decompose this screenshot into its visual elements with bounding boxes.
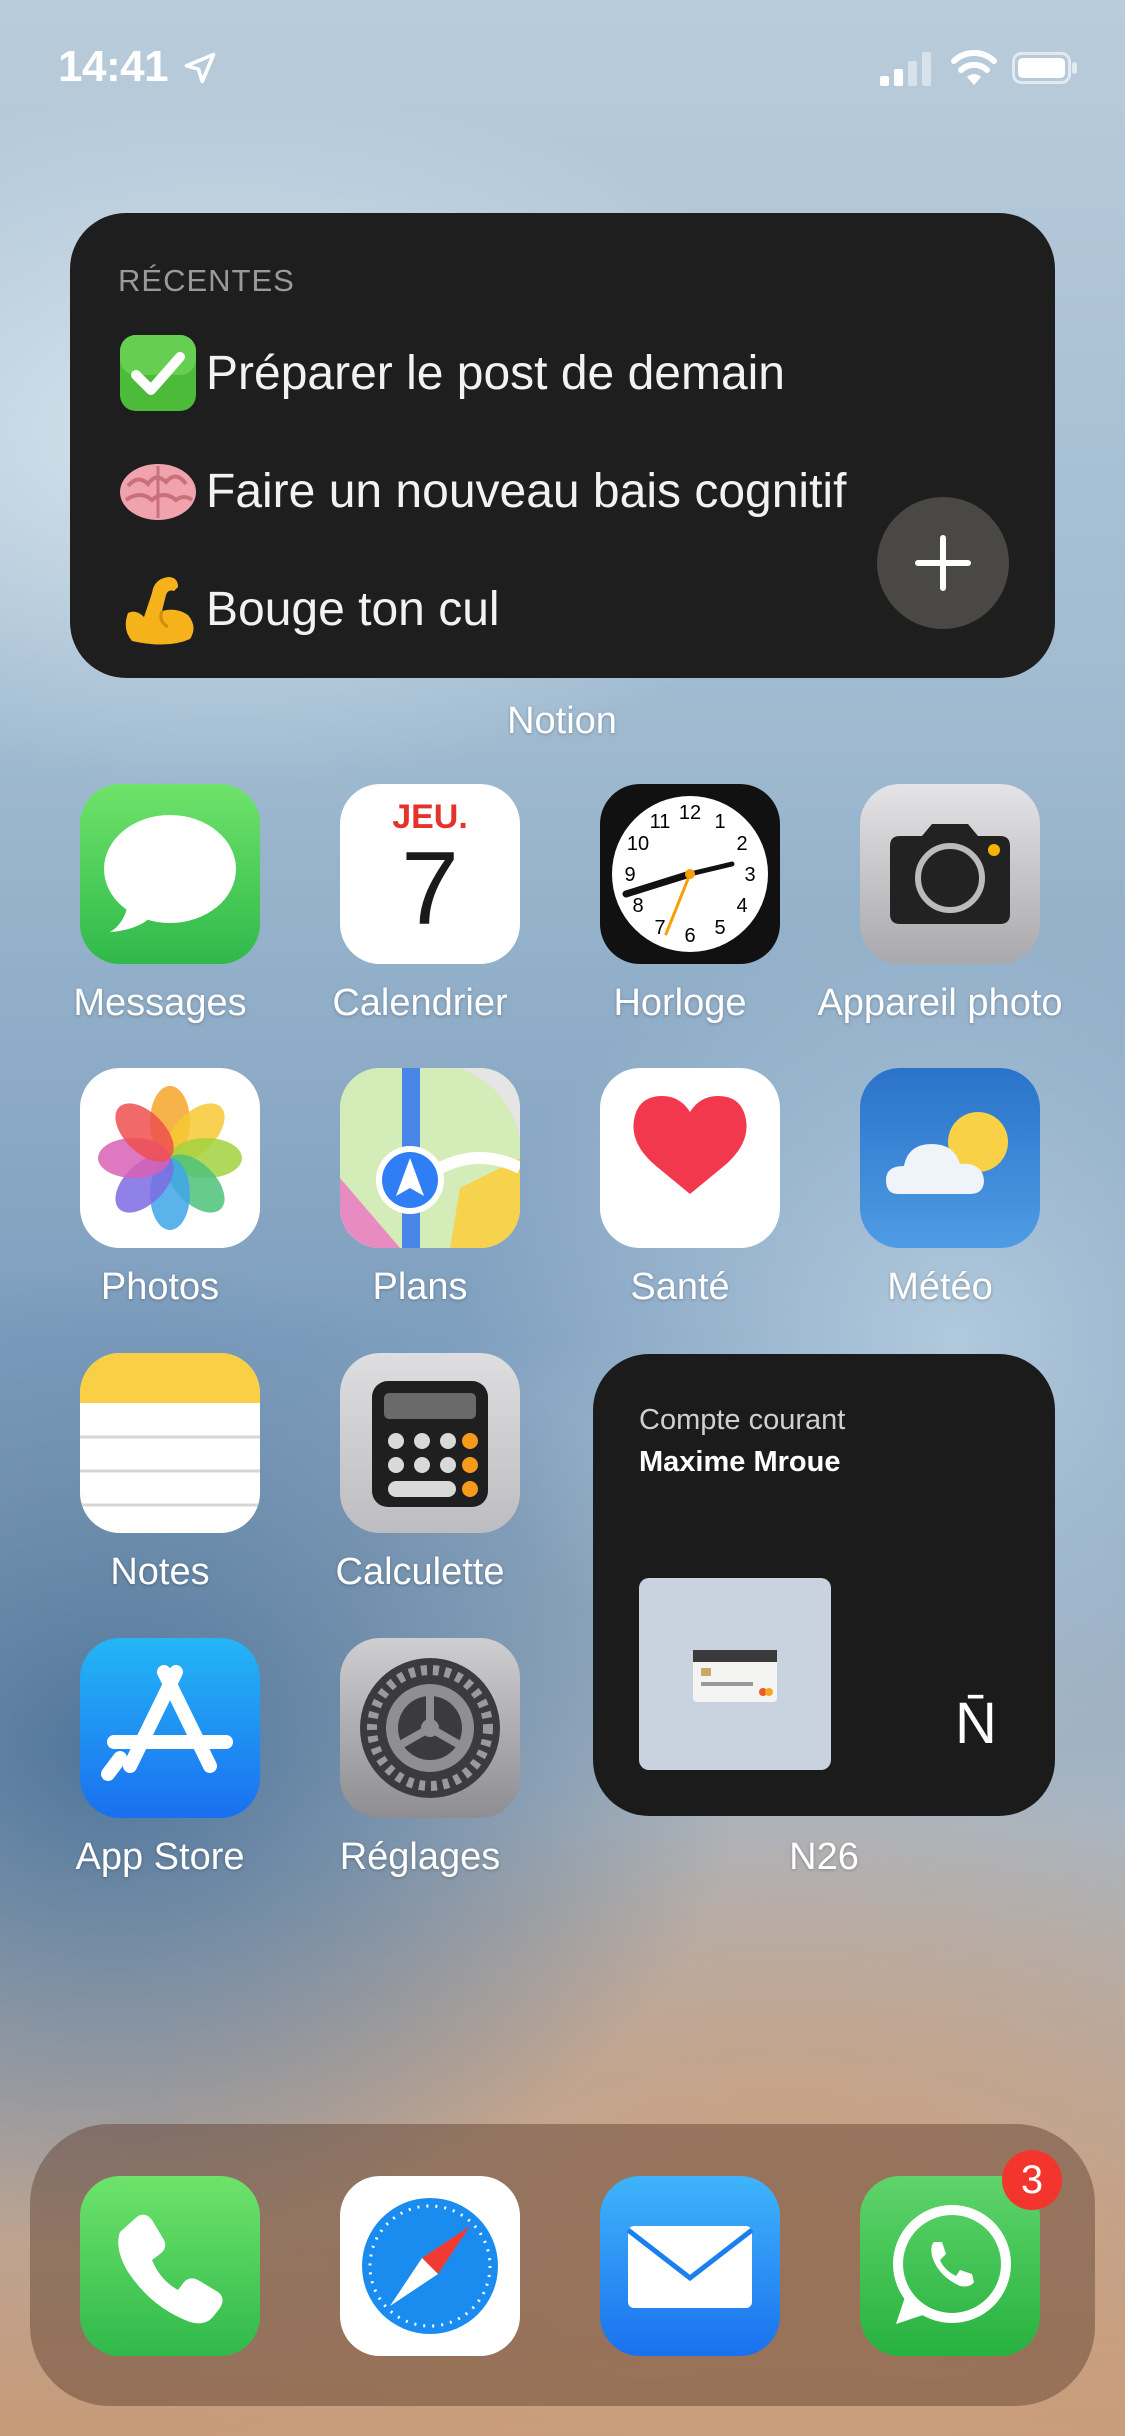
app-label: Calendrier [332, 982, 508, 1024]
clock-icon: 12 1 2 3 4 5 6 7 8 9 10 11 [600, 784, 780, 964]
maps-icon [340, 1068, 520, 1248]
widget-header: RÉCENTES [118, 263, 295, 298]
weather-icon [860, 1068, 1040, 1248]
battery-icon [1012, 52, 1077, 84]
clock-num: 12 [679, 802, 701, 824]
n26-widget[interactable]: Compte courant Maxime Mroue N̄ [593, 1354, 1055, 1816]
notes-icon [80, 1353, 260, 1533]
app-calendrier[interactable]: JEU. 7 Calendrier [290, 784, 550, 1044]
bank-card-icon [693, 1650, 777, 1702]
n26-logo: N̄ [955, 1691, 997, 1756]
add-button[interactable] [877, 497, 1009, 629]
app-meteo[interactable]: Météo [810, 1068, 1070, 1328]
app-horloge[interactable]: 12 1 2 3 4 5 6 7 8 9 10 11 Horloge [550, 784, 810, 1044]
app-reglages[interactable]: Réglages [290, 1638, 550, 1898]
account-type: Compte courant [639, 1404, 846, 1436]
app-label: Photos [100, 1266, 220, 1308]
app-label: Réglages [339, 1836, 501, 1878]
safari-icon [362, 2198, 498, 2334]
app-app-store[interactable]: App Store [30, 1638, 290, 1898]
notion-item-text: Faire un nouveau bais cognitif [206, 464, 847, 518]
notion-item-text: Préparer le post de demain [206, 346, 785, 400]
check-mark-icon [118, 333, 206, 413]
app-label: Messages [73, 982, 247, 1024]
app-label: Santé [630, 1266, 730, 1308]
clock-num: 6 [684, 925, 695, 947]
app-appareil-photo[interactable]: Appareil photo [810, 784, 1070, 1044]
app-messages[interactable]: Messages [30, 784, 290, 1044]
notification-badge: 3 [1002, 2150, 1062, 2210]
location-arrow-icon [184, 52, 216, 84]
dock-mail[interactable] [600, 2176, 780, 2356]
clock-num: 11 [650, 811, 671, 833]
notion-item[interactable]: Préparer le post de demain [118, 333, 785, 413]
flexed-biceps-icon [118, 569, 206, 649]
widget-label-notion: Notion [507, 700, 617, 742]
calculator-icon [340, 1353, 520, 1533]
notion-widget[interactable]: RÉCENTES Préparer le post de demain Fair… [70, 213, 1055, 678]
clock-num: 9 [624, 864, 635, 886]
app-label: App Store [75, 1836, 245, 1878]
clock-num: 2 [736, 833, 747, 855]
app-plans[interactable]: Plans [290, 1068, 550, 1328]
app-sante[interactable]: Santé [550, 1068, 810, 1328]
dock-phone[interactable] [80, 2176, 260, 2356]
dock-safari[interactable] [340, 2176, 520, 2356]
clock-num: 8 [632, 895, 643, 917]
plus-icon [915, 535, 971, 591]
app-label: Notes [110, 1551, 210, 1593]
cellular-signal-icon [880, 52, 931, 86]
status-time: 14:41 [58, 42, 169, 91]
account-owner: Maxime Mroue [639, 1446, 841, 1478]
card-thumbnail [639, 1578, 831, 1770]
app-store-icon [80, 1638, 260, 1818]
notion-item[interactable]: Bouge ton cul [118, 569, 500, 649]
widget-label-n26: N26 [789, 1836, 859, 1878]
app-label: Appareil photo [817, 982, 1063, 1024]
mail-icon [626, 2226, 754, 2308]
app-label: Météo [887, 1266, 993, 1308]
calendar-icon: JEU. 7 [340, 784, 520, 964]
clock-num: 1 [714, 811, 725, 833]
wifi-icon [951, 50, 997, 85]
clock-num: 10 [627, 833, 649, 855]
camera-icon [860, 784, 1040, 964]
app-notes[interactable]: Notes [30, 1353, 290, 1613]
phone-icon [118, 2214, 223, 2324]
clock-num: 5 [714, 917, 725, 939]
app-label: Horloge [613, 982, 747, 1024]
photos-icon [80, 1068, 260, 1248]
app-label: Calculette [335, 1551, 505, 1593]
clock-num: 7 [654, 917, 665, 939]
settings-gear-icon [340, 1638, 520, 1818]
calendar-date: 7 [401, 831, 459, 947]
brain-icon [118, 451, 206, 531]
clock-num: 3 [744, 864, 755, 886]
app-calculette[interactable]: Calculette [290, 1353, 550, 1613]
app-photos[interactable]: Photos [30, 1068, 290, 1328]
notion-item-text: Bouge ton cul [206, 582, 500, 636]
app-label: Plans [372, 1266, 468, 1308]
clock-num: 4 [736, 895, 747, 917]
messages-icon [80, 784, 260, 964]
notion-item[interactable]: Faire un nouveau bais cognitif [118, 451, 846, 531]
health-icon [600, 1068, 780, 1248]
